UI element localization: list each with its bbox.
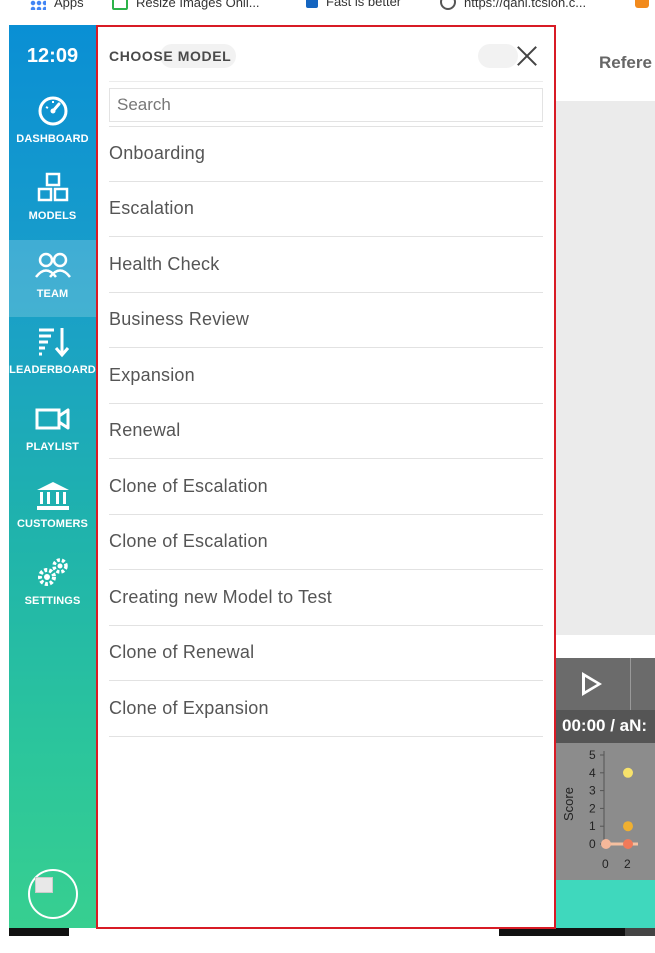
divider xyxy=(630,658,631,710)
y-tick-label: 2 xyxy=(589,801,596,815)
sidebar-item-customers[interactable]: CUSTOMERS xyxy=(9,480,96,557)
data-point xyxy=(623,767,633,778)
broken-image-icon xyxy=(35,877,53,893)
sidebar-item-label: PLAYLIST xyxy=(26,441,79,453)
list-item[interactable]: Onboarding xyxy=(109,126,543,182)
list-item[interactable]: Creating new Model to Test xyxy=(109,570,543,626)
leaderboard-sort-icon xyxy=(38,328,69,358)
list-item[interactable]: Clone of Escalation xyxy=(109,459,543,515)
list-item[interactable]: Clone of Expansion xyxy=(109,681,543,737)
resize-icon xyxy=(112,0,128,10)
list-item[interactable]: Escalation xyxy=(109,182,543,237)
sidebar-item-label: DASHBOARD xyxy=(16,133,89,145)
bookmark-label: Fast is better xyxy=(326,0,402,9)
bookmark-label: https://qani.tcsion.c... xyxy=(464,0,587,10)
search-input[interactable] xyxy=(109,88,543,122)
video-camera-icon xyxy=(35,408,69,430)
bookmark-fast-is-better[interactable]: Fast is better xyxy=(306,0,401,9)
bank-icon xyxy=(36,482,69,510)
avatar[interactable] xyxy=(28,869,78,919)
x-tick-label: 0 xyxy=(602,857,609,871)
score-chart-svg: Score 5 4 3 2 1 00 2 xyxy=(561,748,638,871)
dashboard-gauge-icon xyxy=(38,96,67,126)
sidebar: 12:09 DASHBOARD MODELS TEAM LEADERBOARD … xyxy=(9,25,96,928)
clock: 12:09 xyxy=(26,45,79,67)
sidebar-item-label: CUSTOMERS xyxy=(17,518,88,530)
sidebar-item-label: MODELS xyxy=(28,210,77,222)
page-header: Refere xyxy=(556,25,655,101)
bookmark-label: Resize Images Onli... xyxy=(136,0,260,10)
sidebar-item-leaderboard[interactable]: LEADERBOARD xyxy=(9,326,96,403)
data-point xyxy=(601,839,611,849)
bookmark-apps[interactable]: Apps xyxy=(30,0,84,10)
team-icon xyxy=(34,252,71,278)
choose-model-modal: CHOOSE MODEL Onboarding Escalation Healt… xyxy=(96,25,556,929)
y-tick-label: 1 xyxy=(589,819,596,833)
data-point xyxy=(623,839,633,849)
bottom-strip xyxy=(625,928,655,936)
list-item[interactable]: Clone of Escalation xyxy=(109,515,543,570)
bookmark-qani[interactable]: https://qani.tcsion.c... xyxy=(440,0,586,10)
divider xyxy=(109,81,543,82)
gears-icon xyxy=(37,558,68,586)
data-point xyxy=(623,821,633,832)
x-tick-label: 2 xyxy=(624,857,631,871)
y-tick-label: 4 xyxy=(589,766,596,780)
player-controls xyxy=(556,658,655,710)
time-display: 00:00 / aN: xyxy=(562,716,648,735)
sidebar-item-dashboard[interactable]: DASHBOARD xyxy=(9,95,96,172)
globe-icon xyxy=(440,0,456,10)
background-pill xyxy=(478,44,518,68)
y-tick-label: 5 xyxy=(589,748,596,762)
sidebar-item-label: LEADERBOARD xyxy=(9,364,96,376)
sidebar-item-label: TEAM xyxy=(36,288,69,300)
bookmarks-bar: Apps Resize Images Onli... Fast is bette… xyxy=(0,0,655,10)
sidebar-item-settings[interactable]: SETTINGS xyxy=(9,557,96,634)
list-item[interactable]: Business Review xyxy=(109,293,543,348)
sidebar-item-label: SETTINGS xyxy=(24,595,81,607)
bottom-strip xyxy=(9,928,69,936)
model-list: Onboarding Escalation Health Check Busin… xyxy=(109,126,543,737)
teal-band xyxy=(556,880,655,928)
close-icon[interactable] xyxy=(516,45,538,67)
page-title: Refere xyxy=(599,53,652,72)
list-item[interactable]: Clone of Renewal xyxy=(109,626,543,681)
play-icon-inner xyxy=(585,677,597,691)
list-item[interactable]: Health Check xyxy=(109,237,543,293)
bookmark-resize-images[interactable]: Resize Images Onli... xyxy=(112,0,260,10)
flag-icon xyxy=(306,0,318,8)
y-tick-label: 3 xyxy=(589,784,596,798)
sidebar-item-team[interactable]: TEAM xyxy=(9,240,96,317)
cubes-icon xyxy=(37,172,68,202)
sidebar-item-playlist[interactable]: PLAYLIST xyxy=(9,403,96,480)
apps-grid-icon xyxy=(30,0,46,10)
list-item[interactable]: Expansion xyxy=(109,348,543,404)
video-area xyxy=(556,101,655,635)
sidebar-item-models[interactable]: MODELS xyxy=(9,172,96,249)
score-chart: Score 5 4 3 2 1 00 2 xyxy=(556,743,655,880)
chart-ylabel: Score xyxy=(561,787,576,821)
y-tick-label: 0 xyxy=(589,837,596,851)
modal-title: CHOOSE MODEL xyxy=(109,48,232,64)
time-bar: 00:00 / aN: xyxy=(556,710,655,743)
chart-marks: 5 4 3 2 1 00 2 xyxy=(589,748,638,871)
extension-icon[interactable] xyxy=(635,0,649,8)
bookmark-label: Apps xyxy=(54,0,84,10)
spacer xyxy=(556,635,655,658)
list-item[interactable]: Renewal xyxy=(109,404,543,459)
